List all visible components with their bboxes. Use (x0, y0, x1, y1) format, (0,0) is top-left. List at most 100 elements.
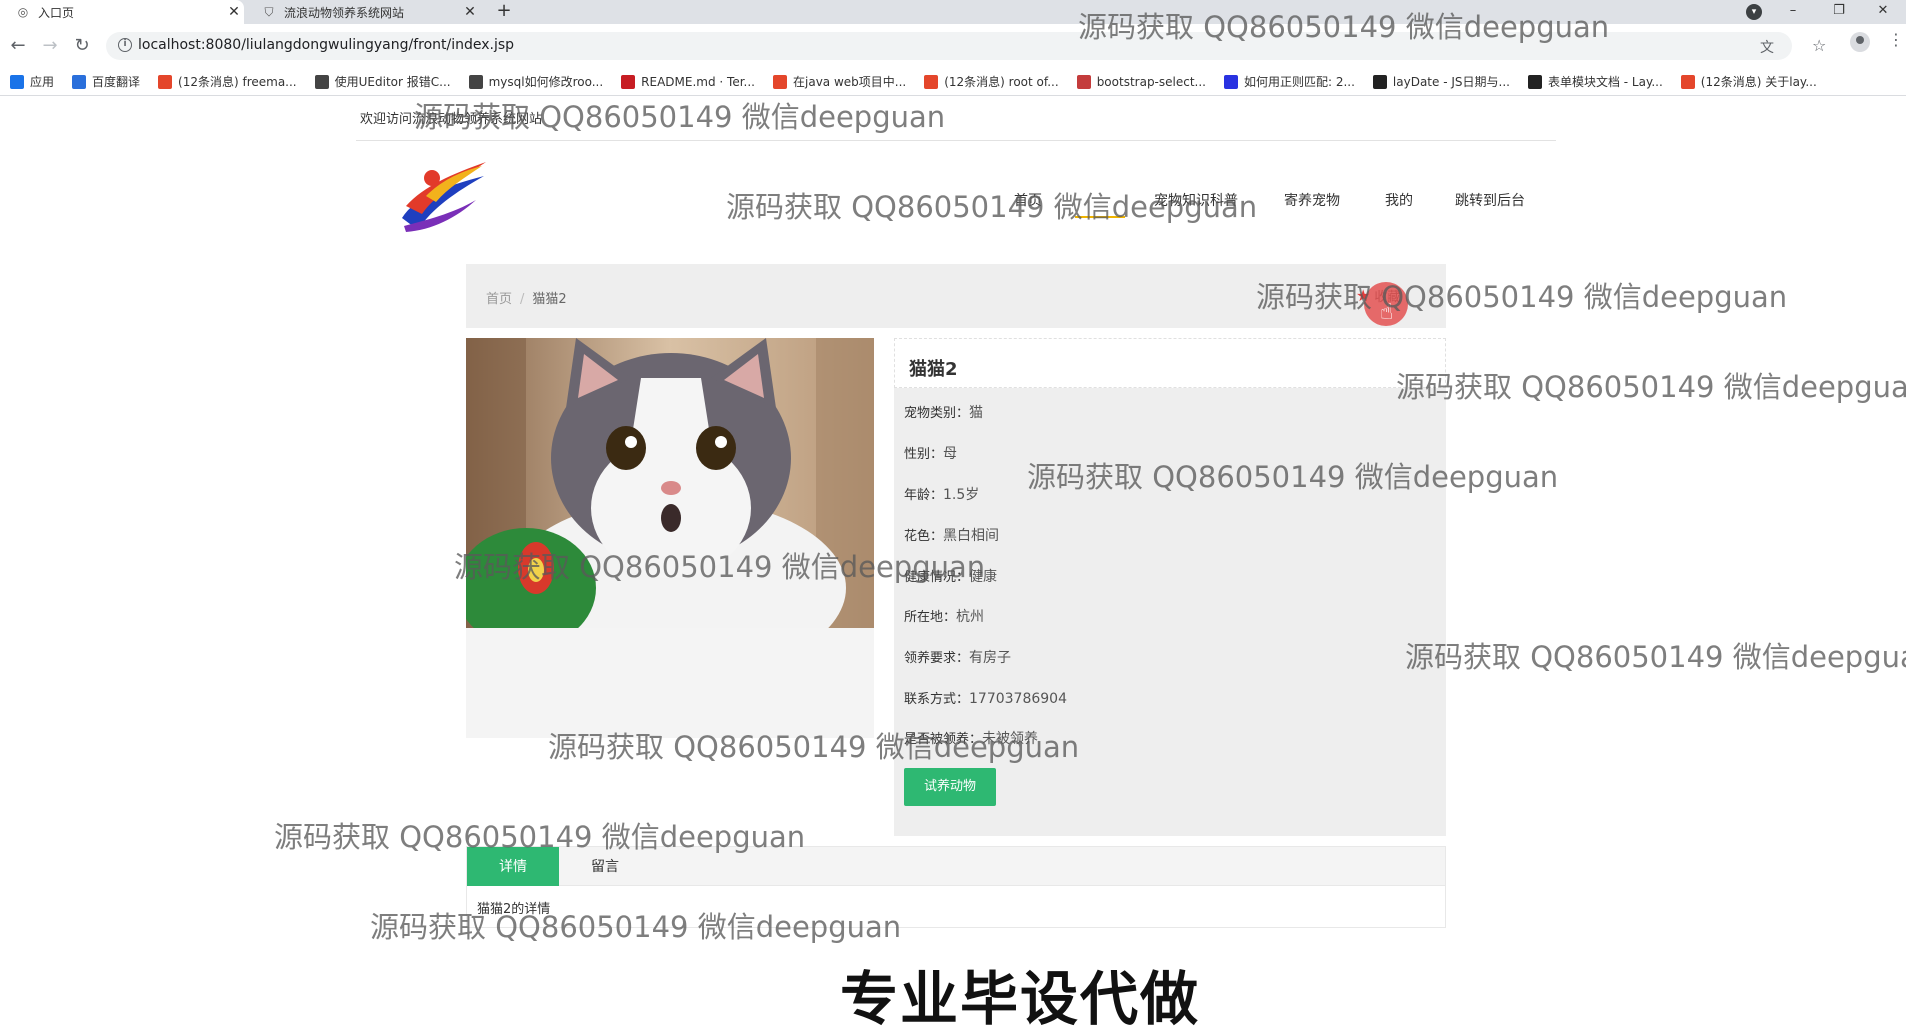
pet-photo (466, 338, 874, 628)
back-icon[interactable]: ← (6, 34, 30, 58)
tab-search-icon[interactable]: ▾ (1746, 4, 1762, 20)
forward-icon[interactable]: → (38, 34, 62, 58)
window-close-icon[interactable]: ✕ (1860, 0, 1906, 24)
bookmark-item[interactable]: 使用UEditor 报错C... (314, 73, 451, 90)
gitee-icon (621, 74, 636, 89)
bookmark-item[interactable]: 百度翻译 (72, 73, 140, 90)
bookmarks-bar: 应用 百度翻译 (12条消息) freema... 使用UEditor 报错C... m… (0, 68, 1906, 96)
bookmark-label: 应用 (30, 75, 55, 89)
bookmark-label: layDate - JS日期与... (1392, 75, 1510, 89)
browser-toolbar: ← → ↻ i localhost:8080/liulangdongwuling… (0, 24, 1906, 68)
pet-field-color: 花色：黑白相间 (904, 528, 1000, 544)
csdn-icon (158, 74, 173, 89)
bookmark-label: 如何用正则匹配: 2... (1243, 75, 1355, 89)
pet-name: 猫猫2 (909, 359, 958, 380)
breadcrumb-current: 猫猫2 (532, 292, 567, 307)
bookmark-item[interactable]: README.md · Ter... (621, 74, 755, 89)
detail-tabs: 详情 留言 (466, 846, 1446, 887)
breadcrumb-separator: / (520, 292, 525, 307)
adopt-button[interactable]: 试养动物 (904, 768, 996, 806)
apps-grid-icon (10, 74, 24, 89)
shield-icon: ⛉ (264, 4, 274, 19)
nav-go-admin[interactable]: 跳转到后台 (1455, 190, 1525, 210)
info-icon[interactable]: i (118, 38, 132, 52)
bookmark-label: (12条消息) root of... (944, 75, 1059, 89)
browser-tab-strip: ◎ 入口页 ✕ ⛉ 流浪动物领养系统网站 ✕ + ▾ – ❐ ✕ (0, 0, 1906, 24)
pet-field-age: 年龄：1.5岁 (904, 487, 980, 503)
bookmark-label: 百度翻译 (92, 75, 141, 89)
bookmark-label: 表单模块文档 - Lay... (1547, 75, 1663, 89)
welcome-text: 欢迎访问流浪动物领养系统网站 (360, 112, 543, 127)
pet-field-adopted: 是否被领养：未被领养 (904, 731, 1039, 747)
bookmark-label: bootstrap-select... (1096, 74, 1206, 89)
bookmark-item[interactable]: mysql如何修改roo... (468, 73, 604, 90)
tab-content: 猫猫2的详情 (466, 886, 1446, 928)
bookmark-label: README.md · Ter... (641, 74, 755, 89)
close-tab-icon[interactable]: ✕ (460, 4, 480, 20)
breadcrumb-bar: 首页/猫猫2 ★ 收藏 (466, 264, 1446, 328)
breadcrumb: 首页 / 猫猫2 (486, 288, 567, 307)
minimize-icon[interactable]: – (1770, 0, 1816, 24)
bookmark-item[interactable]: (12条消息) 关于lay... (1680, 73, 1817, 90)
url-text[interactable]: localhost:8080/liulangdongwulingyang/fro… (138, 37, 514, 53)
bookmark-item[interactable]: 如何用正则匹配: 2... (1223, 73, 1355, 90)
pet-field-health: 健康情况：健康 (904, 569, 998, 585)
bookmark-item[interactable]: (12条消息) freema... (158, 73, 297, 90)
pet-info-header: 猫猫2 (894, 338, 1446, 388)
bookmark-label: 使用UEditor 报错C... (334, 75, 451, 89)
tab-title: 入口页 (38, 5, 75, 20)
csdn-icon (1680, 74, 1695, 89)
tab-messages[interactable]: 留言 (559, 847, 651, 887)
nav-home[interactable]: 首页 (1014, 190, 1042, 210)
bookmark-item[interactable]: (12条消息) root of... (924, 73, 1059, 90)
baidu-icon (1223, 74, 1238, 89)
bookmark-item[interactable]: layDate - JS日期与... (1372, 73, 1510, 90)
bookmark-item[interactable]: 在java web项目中... (773, 73, 906, 90)
breadcrumb-home[interactable]: 首页 (486, 292, 512, 307)
bookmark-item[interactable]: 表单模块文档 - Lay... (1527, 73, 1663, 90)
nav-mine[interactable]: 我的 (1385, 190, 1413, 210)
site-logo[interactable] (396, 156, 488, 232)
watermark: 源码获取 QQ86050149 微信deepguan (1396, 370, 1906, 404)
tab-title: 流浪动物领养系统网站 (284, 5, 405, 20)
reload-icon[interactable]: ↻ (70, 34, 94, 58)
bookmark-label: mysql如何修改roo... (488, 75, 604, 89)
pet-photo-panel (466, 338, 874, 738)
nav-pet-knowledge[interactable]: 宠物知识科普 (1154, 190, 1238, 210)
header-divider (356, 140, 1556, 141)
address-bar[interactable]: i localhost:8080/liulangdongwulingyang/f… (106, 32, 1792, 60)
layui-icon (1527, 74, 1542, 89)
pet-field-requirement: 领养要求：有房子 (904, 650, 1012, 666)
tab-details[interactable]: 详情 (467, 847, 559, 887)
pet-info-card: 猫猫2 宠物类别：猫 性别：母 年龄：1.5岁 花色：黑白相间 健康情况：健康 … (894, 338, 1446, 836)
new-tab-button[interactable]: + (492, 0, 516, 24)
ueditor-icon (314, 74, 329, 89)
restore-icon[interactable]: ❐ (1816, 0, 1862, 24)
pet-field-contact: 联系方式：17703786904 (904, 691, 1067, 707)
csdn-icon (773, 74, 787, 89)
translate-icon (72, 74, 87, 89)
close-tab-icon[interactable]: ✕ (224, 4, 244, 20)
bookmark-label: (12条消息) 关于lay... (1700, 75, 1817, 89)
promo-banner: 专业毕设代做 (840, 965, 1201, 1033)
detail-text: 猫猫2的详情 (477, 902, 551, 917)
bootstrap-icon (1076, 74, 1091, 89)
pet-field-gender: 性别：母 (904, 446, 958, 462)
browser-tab-active[interactable]: ◎ 入口页 ✕ (0, 0, 244, 24)
bookmark-item[interactable]: 应用 (10, 73, 54, 90)
pet-field-location: 所在地：杭州 (904, 609, 985, 625)
browser-tab-inactive[interactable]: ⛉ 流浪动物领养系统网站 ✕ (246, 0, 480, 24)
layui-icon (1372, 74, 1387, 89)
watermark: 源码获取 QQ86050149 微信deepguan (1405, 640, 1906, 674)
globe-icon: ◎ (17, 5, 29, 19)
menu-kebab-icon[interactable]: ⋮ (1888, 30, 1904, 49)
bookmark-label: (12条消息) freema... (178, 75, 297, 89)
nav-foster-pets[interactable]: 寄养宠物 (1284, 190, 1340, 210)
translate-icon[interactable]: 文 (1758, 37, 1776, 56)
pet-field-category: 宠物类别：猫 (904, 405, 984, 421)
bookmark-label: 在java web项目中... (793, 75, 907, 89)
profile-avatar[interactable] (1850, 32, 1870, 52)
bookmark-item[interactable]: bootstrap-select... (1076, 74, 1206, 89)
bookmark-star-icon[interactable]: ☆ (1812, 36, 1826, 55)
nav-active-indicator (1075, 216, 1125, 218)
